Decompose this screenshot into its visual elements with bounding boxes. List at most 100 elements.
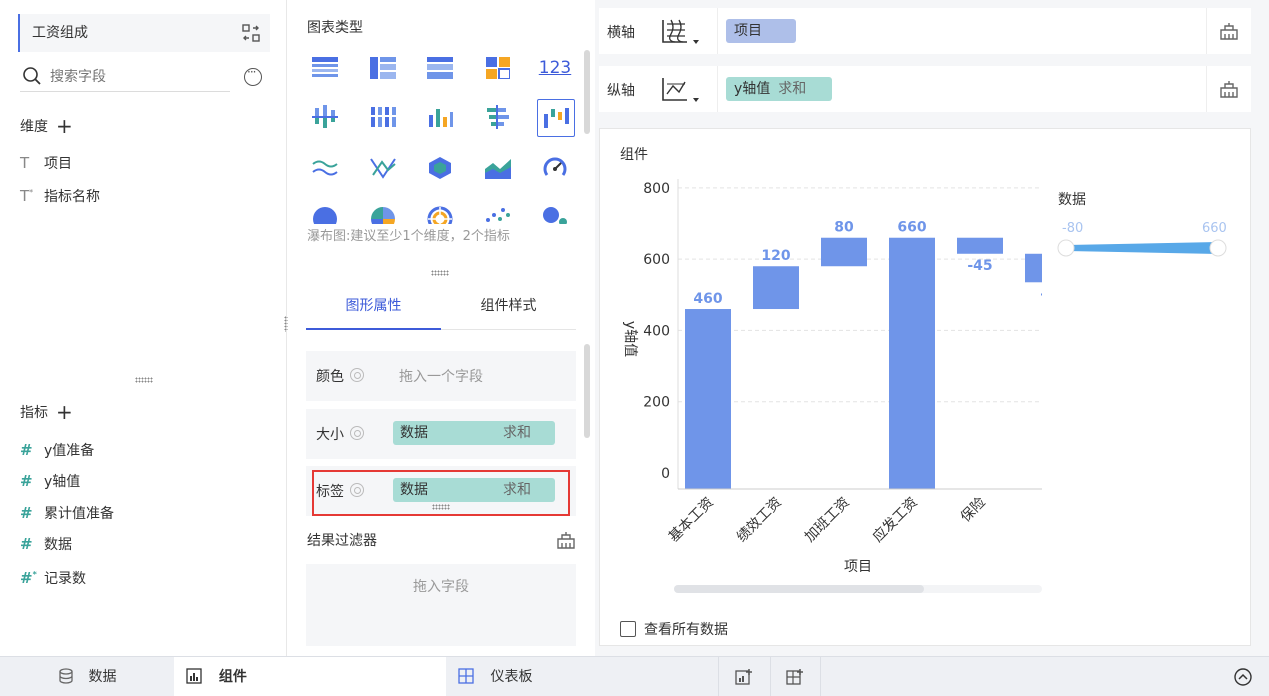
dimensions-label: 维度 [20, 119, 48, 135]
resize-handle[interactable] [431, 270, 449, 276]
gear-icon[interactable] [350, 368, 364, 382]
legend-min-handle[interactable] [1057, 239, 1075, 257]
data-label: 460 [693, 291, 722, 307]
radar-line-icon[interactable] [365, 150, 401, 186]
waterfall-bar[interactable] [685, 309, 731, 489]
number-field-icon: # [20, 535, 33, 553]
add-component-icon[interactable] [735, 668, 753, 686]
database-icon [59, 668, 73, 684]
metric-field[interactable]: # 累计值准备 [20, 502, 114, 524]
radar-chart-icon[interactable] [422, 150, 458, 186]
waterfall-bar[interactable] [1025, 253, 1071, 283]
detail-table-icon[interactable] [422, 50, 458, 86]
y-axis-settings-icon[interactable] [1219, 80, 1239, 98]
y-axis-title: y轴值 [622, 321, 638, 357]
x-axis-settings-icon[interactable] [1219, 22, 1239, 40]
number-field-icon: # [20, 504, 33, 522]
properties-scrollbar[interactable] [584, 344, 590, 438]
dimension-field[interactable]: T* 指标名称 [20, 182, 100, 205]
multi-pie-icon[interactable] [422, 200, 458, 224]
chart-canvas-area: 横轴 项目 纵轴 y轴值 求和 组件 460 120 80 660 -45 -8… [595, 0, 1269, 656]
x-tick-label: 应发工资 [869, 494, 921, 546]
legend-max-handle[interactable] [1209, 239, 1227, 257]
pie-chart-icon[interactable] [307, 200, 343, 224]
tab-data[interactable]: 数据 [58, 657, 172, 696]
component-card: 组件 460 120 80 660 -45 -8 0 200 400 600 800 基本工资 绩效工… [599, 128, 1251, 646]
waterfall-chart-icon[interactable] [537, 99, 575, 137]
y-tick-label: 400 [643, 323, 670, 339]
waterfall-bar[interactable] [957, 237, 1003, 254]
y-tick-label: 600 [643, 252, 670, 268]
fields-panel: 工资组成 维度 + T项目 T*指标名称 指标 + #y值准备 #y轴值 #累计值准… [0, 0, 287, 656]
x-tick-label: 绩效工资 [734, 495, 785, 546]
property-tabs: 图形属性 组件样式 [306, 284, 576, 330]
waterfall-bar[interactable] [889, 237, 935, 489]
checkbox[interactable] [620, 621, 636, 637]
add-dashboard-icon[interactable] [786, 668, 804, 686]
size-property[interactable]: 大小 数据 求和 [306, 409, 576, 459]
scatter-chart-icon[interactable] [480, 200, 516, 224]
chart-scroll-thumb[interactable] [674, 585, 924, 593]
add-dimension-icon[interactable]: + [56, 116, 73, 136]
horizontal-bar-icon[interactable] [480, 99, 516, 135]
view-all-data-toggle[interactable]: 查看所有数据 [620, 619, 728, 639]
rose-chart-icon[interactable] [365, 200, 401, 224]
table-chart-icon[interactable] [307, 50, 343, 86]
search-input[interactable] [50, 66, 220, 88]
kpi-grid-icon[interactable] [480, 50, 516, 86]
y-tick-label: 0 [661, 466, 670, 482]
x-tick-label: 加班工资 [802, 495, 853, 546]
text-field-icon: T [20, 154, 30, 172]
y-axis-type-icon[interactable] [657, 74, 705, 106]
add-metric-icon[interactable]: + [56, 402, 73, 422]
dataset-selector[interactable]: 工资组成 [18, 14, 270, 52]
tab-component[interactable]: 组件 [174, 657, 446, 696]
data-label: 120 [761, 248, 790, 264]
collapse-up-icon[interactable] [1234, 668, 1252, 686]
number-field-icon: # [20, 472, 33, 490]
data-label: 80 [834, 220, 854, 236]
filter-drop-zone[interactable]: 拖入字段 [306, 564, 576, 646]
x-axis-type-icon[interactable] [657, 16, 705, 48]
metric-field[interactable]: # 数据 [20, 533, 72, 555]
y-axis-field-pill[interactable]: y轴值 求和 [726, 77, 833, 101]
chart-config-panel: 图表类型 123 瀑布图:建议至少1个维度，2个指标 图形属性 组件样式 颜色 … [288, 0, 595, 656]
tab-graphic-properties[interactable]: 图形属性 [306, 284, 441, 330]
calc-number-field-icon: #* [20, 569, 37, 587]
switch-dataset-icon[interactable] [242, 24, 260, 42]
column-chart-icon[interactable] [422, 99, 458, 135]
waterfall-bar[interactable] [753, 266, 799, 310]
search-icon [23, 67, 41, 85]
dimension-field[interactable]: T 项目 [20, 152, 72, 174]
grouped-bar-icon[interactable] [307, 99, 343, 135]
resize-handle[interactable] [135, 377, 153, 383]
waterfall-bar[interactable] [821, 237, 867, 267]
line-chart-icon[interactable] [307, 150, 343, 186]
metric-field[interactable]: # y轴值 [20, 470, 80, 492]
cross-table-icon[interactable] [365, 50, 401, 86]
size-field-pill[interactable]: 数据 求和 [393, 421, 555, 445]
legend-size-bar [1067, 242, 1218, 254]
color-property[interactable]: 颜色 拖入一个字段 [306, 351, 576, 401]
y-axis-shelf[interactable]: 纵轴 y轴值 求和 [599, 66, 1251, 112]
chart-type-scrollbar[interactable] [584, 50, 590, 134]
x-axis-shelf[interactable]: 横轴 项目 [599, 8, 1251, 54]
resize-handle[interactable] [432, 504, 450, 510]
stacked-bar-icon[interactable] [365, 99, 401, 135]
filter-settings-icon[interactable] [556, 531, 576, 549]
metric-field[interactable]: #* 记录数 [20, 564, 86, 587]
area-chart-icon[interactable] [480, 150, 516, 186]
result-filter-title: 结果过滤器 [307, 533, 377, 549]
number-card-icon[interactable]: 123 [537, 50, 573, 86]
field-search [20, 64, 230, 92]
tab-component-style[interactable]: 组件样式 [441, 284, 576, 330]
more-options-icon[interactable] [244, 65, 262, 86]
metric-field[interactable]: # y值准备 [20, 439, 94, 461]
gauge-chart-icon[interactable] [537, 150, 573, 186]
data-label: 660 [897, 220, 926, 236]
bubble-chart-icon[interactable] [537, 200, 573, 224]
y-axis-label: 纵轴 [607, 83, 635, 99]
tab-dashboard[interactable]: 仪表板 [458, 657, 578, 696]
x-axis-field-pill[interactable]: 项目 [726, 19, 796, 43]
gear-icon[interactable] [350, 426, 364, 440]
